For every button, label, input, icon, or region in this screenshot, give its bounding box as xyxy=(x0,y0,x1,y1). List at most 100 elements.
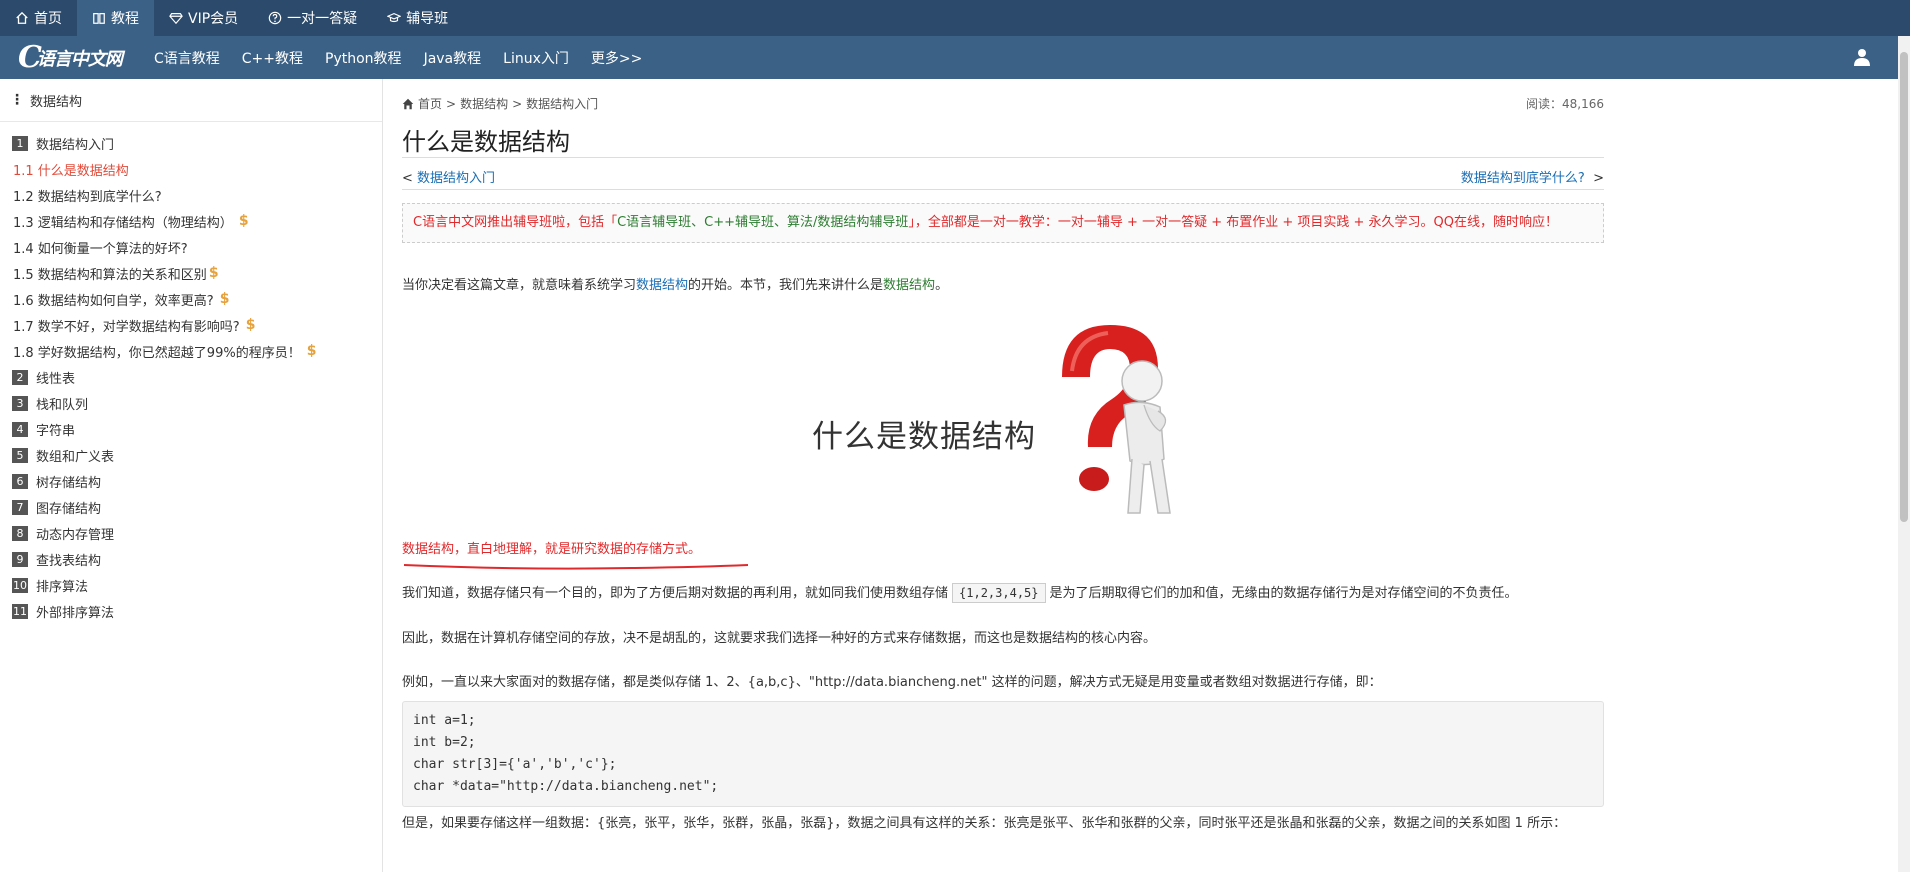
topnav-tutorial[interactable]: 教程 xyxy=(77,0,154,36)
chapter-item-1[interactable]: 1 数据结构入门 xyxy=(12,130,382,156)
p1-text-a: 我们知道，数据存储只有一个目的，即为了方便后期对数据的再利用，就如同我们使用数组… xyxy=(402,586,949,601)
chapter-label: 栈和队列 xyxy=(36,397,89,413)
paragraph-3: 例如，一直以来大家面对的数据存储，都是类似存储 1、2、{a,b,c}、"htt… xyxy=(402,675,1382,690)
subitem-label: 1.3 逻辑结构和存储结构（物理结构） xyxy=(13,215,233,231)
chapter-item-6[interactable]: 6 树存储结构 xyxy=(12,468,382,494)
code-block: int a=1; int b=2; char str[3]={'a','b','… xyxy=(402,701,1604,807)
subitem-1-6[interactable]: 1.6 数据结构如何自学，效率更高? $ xyxy=(12,286,382,312)
paragraph-1: 我们知道，数据存储只有一个目的，即为了方便后期对数据的再利用，就如同我们使用数组… xyxy=(402,583,1604,605)
paragraph-2: 因此，数据在计算机存储空间的存放，决不是胡乱的，这就要求我们选择一种好的方式来存… xyxy=(402,631,1157,646)
topnav-tutorial-label: 教程 xyxy=(111,11,139,27)
chapter-number: 8 xyxy=(12,525,28,541)
chapter-label: 字符串 xyxy=(36,423,76,439)
logo-text: 语言中文网 xyxy=(36,48,123,70)
chapter-item-3[interactable]: 3 栈和队列 xyxy=(12,390,382,416)
chapter-label: 排序算法 xyxy=(36,579,89,595)
main-nav: C 语言中文网 C语言教程 C++教程 Python教程 Java教程 Linux… xyxy=(0,36,1910,79)
chapter-item-11[interactable]: 11 外部排序算法 xyxy=(12,598,382,624)
code-line: char *data="http://data.biancheng.net"; xyxy=(413,779,719,794)
breadcrumb: 首页 > 数据结构 > 数据结构入门 xyxy=(402,95,598,112)
prev-arrow: < xyxy=(402,171,413,186)
chapter-item-4[interactable]: 4 字符串 xyxy=(12,416,382,442)
nav-cpp-tutorial[interactable]: C++教程 xyxy=(242,48,303,68)
chapter-item-8[interactable]: 8 动态内存管理 xyxy=(12,520,382,546)
scrollbar-thumb[interactable] xyxy=(1900,52,1908,522)
intro-text-b: 的开始。本节，我们先来讲什么是 xyxy=(688,278,884,293)
topnav-vip[interactable]: VIP会员 xyxy=(154,0,253,36)
chapter-number: 2 xyxy=(12,369,28,385)
topnav-class[interactable]: 辅导班 xyxy=(372,0,463,36)
divider xyxy=(402,189,1604,190)
sidebar-title: 数据结构 xyxy=(30,94,83,110)
home-icon xyxy=(402,98,414,109)
notice-course-link[interactable]: C语言辅导班、C++辅导班、算法/数据结构辅导班 xyxy=(617,215,908,230)
code-line: char str[3]={'a','b','c'}; xyxy=(413,757,617,772)
nav-java-tutorial[interactable]: Java教程 xyxy=(424,48,482,68)
next-article-link[interactable]: 数据结构到底学什么? > xyxy=(1461,167,1604,186)
subitem-label: 1.2 数据结构到底学什么? xyxy=(13,189,162,205)
topnav-qa[interactable]: 一对一答疑 xyxy=(253,0,372,36)
page-title: 什么是数据结构 xyxy=(402,128,570,156)
chapter-number: 10 xyxy=(12,577,28,593)
nav-python-tutorial[interactable]: Python教程 xyxy=(325,48,402,68)
nav-linux-intro[interactable]: Linux入门 xyxy=(503,48,569,68)
user-icon[interactable] xyxy=(1852,47,1872,67)
diamond-icon xyxy=(169,13,183,25)
notice-text-2: 」，全部都是一对一教学：一对一辅导 + 一对一答疑 + 布置作业 + 项目实践 … xyxy=(908,215,1559,230)
page-scrollbar[interactable] xyxy=(1898,36,1910,872)
chapter-label: 数据结构入门 xyxy=(36,137,115,153)
chapter-item-9[interactable]: 9 查找表结构 xyxy=(12,546,382,572)
hero-image: 什么是数据结构 xyxy=(812,319,1182,519)
chapter-item-10[interactable]: 10 排序算法 xyxy=(12,572,382,598)
vip-dollar-icon: $ xyxy=(238,213,249,229)
chapter-item-7[interactable]: 7 图存储结构 xyxy=(12,494,382,520)
chapter-label: 动态内存管理 xyxy=(36,527,115,543)
intro-paragraph: 当你决定看这篇文章，就意味着系统学习数据结构的开始。本节，我们先来讲什么是数据结… xyxy=(402,275,1604,297)
subitem-1-3[interactable]: 1.3 逻辑结构和存储结构（物理结构） $ xyxy=(12,208,382,234)
breadcrumb-home[interactable]: 首页 xyxy=(418,95,442,112)
top-bar: 首页 教程 VIP会员 一对一答疑 辅导班 xyxy=(0,0,1910,36)
chapter-number: 1 xyxy=(12,135,28,151)
subitem-1-5[interactable]: 1.5 数据结构和算法的关系和区别 $ xyxy=(12,260,382,286)
chapter-number: 4 xyxy=(12,421,28,437)
breadcrumb-level1[interactable]: 数据结构 xyxy=(460,95,508,112)
key-definition: 数据结构，直白地理解，就是研究数据的存储方式。 xyxy=(402,542,702,557)
sidebar-header[interactable]: ⋮ 数据结构 xyxy=(0,79,382,122)
next-article-label: 数据结构到底学什么? xyxy=(1460,171,1585,186)
prev-article-link[interactable]: < 数据结构入门 xyxy=(402,167,495,186)
topnav-vip-label: VIP会员 xyxy=(188,11,239,27)
vip-dollar-icon: $ xyxy=(306,343,317,359)
subitem-label: 1.7 数学不好，对学数据结构有影响吗? xyxy=(13,319,240,335)
subitem-1-4[interactable]: 1.4 如何衡量一个算法的好坏? xyxy=(12,234,382,260)
prev-next-nav: < 数据结构入门 数据结构到底学什么? > xyxy=(402,167,1604,186)
question-figure-icon xyxy=(1062,325,1171,514)
graduation-cap-icon xyxy=(387,13,402,23)
breadcrumb-level2[interactable]: 数据结构入门 xyxy=(526,95,598,112)
next-arrow: > xyxy=(1593,171,1604,186)
chapter-label: 图存储结构 xyxy=(36,501,102,517)
hero-title-text: 什么是数据结构 xyxy=(812,419,1036,455)
nav-c-tutorial[interactable]: C语言教程 xyxy=(154,48,220,68)
read-count: 阅读：48,166 xyxy=(1526,97,1604,111)
vip-dollar-icon: $ xyxy=(219,291,230,307)
code-line: int a=1; xyxy=(413,713,476,728)
chapter-item-2[interactable]: 2 线性表 xyxy=(12,364,382,390)
divider xyxy=(402,157,1604,158)
chapter-menu: 1 数据结构入门 1.1 什么是数据结构 1.2 数据结构到底学什么? 1.3 逻… xyxy=(0,122,382,624)
chapter-number: 5 xyxy=(12,447,28,463)
intro-link-data-structure[interactable]: 数据结构 xyxy=(636,278,688,293)
subitem-label: 1.4 如何衡量一个算法的好坏? xyxy=(13,241,188,257)
subitem-1-2[interactable]: 1.2 数据结构到底学什么? xyxy=(12,182,382,208)
intro-link-data-structure-2[interactable]: 数据结构 xyxy=(883,278,935,293)
subitem-1-1[interactable]: 1.1 什么是数据结构 xyxy=(12,156,382,182)
p1-text-b: 是为了后期取得它们的加和值，无缘由的数据存储行为是对存储空间的不负责任。 xyxy=(1049,586,1518,601)
subitem-1-8[interactable]: 1.8 学好数据结构，你已然超越了99%的程序员！ $ xyxy=(12,338,382,364)
chapter-number: 7 xyxy=(12,499,28,515)
topnav-home[interactable]: 首页 xyxy=(0,0,77,36)
chapter-item-5[interactable]: 5 数组和广义表 xyxy=(12,442,382,468)
subitem-1-7[interactable]: 1.7 数学不好，对学数据结构有影响吗? $ xyxy=(12,312,382,338)
site-logo[interactable]: C 语言中文网 xyxy=(18,40,126,75)
chapter-number: 11 xyxy=(12,603,28,619)
notice-text-1: C语言中文网推出辅导班啦，包括「 xyxy=(413,215,618,230)
nav-more[interactable]: 更多>> xyxy=(591,48,642,68)
